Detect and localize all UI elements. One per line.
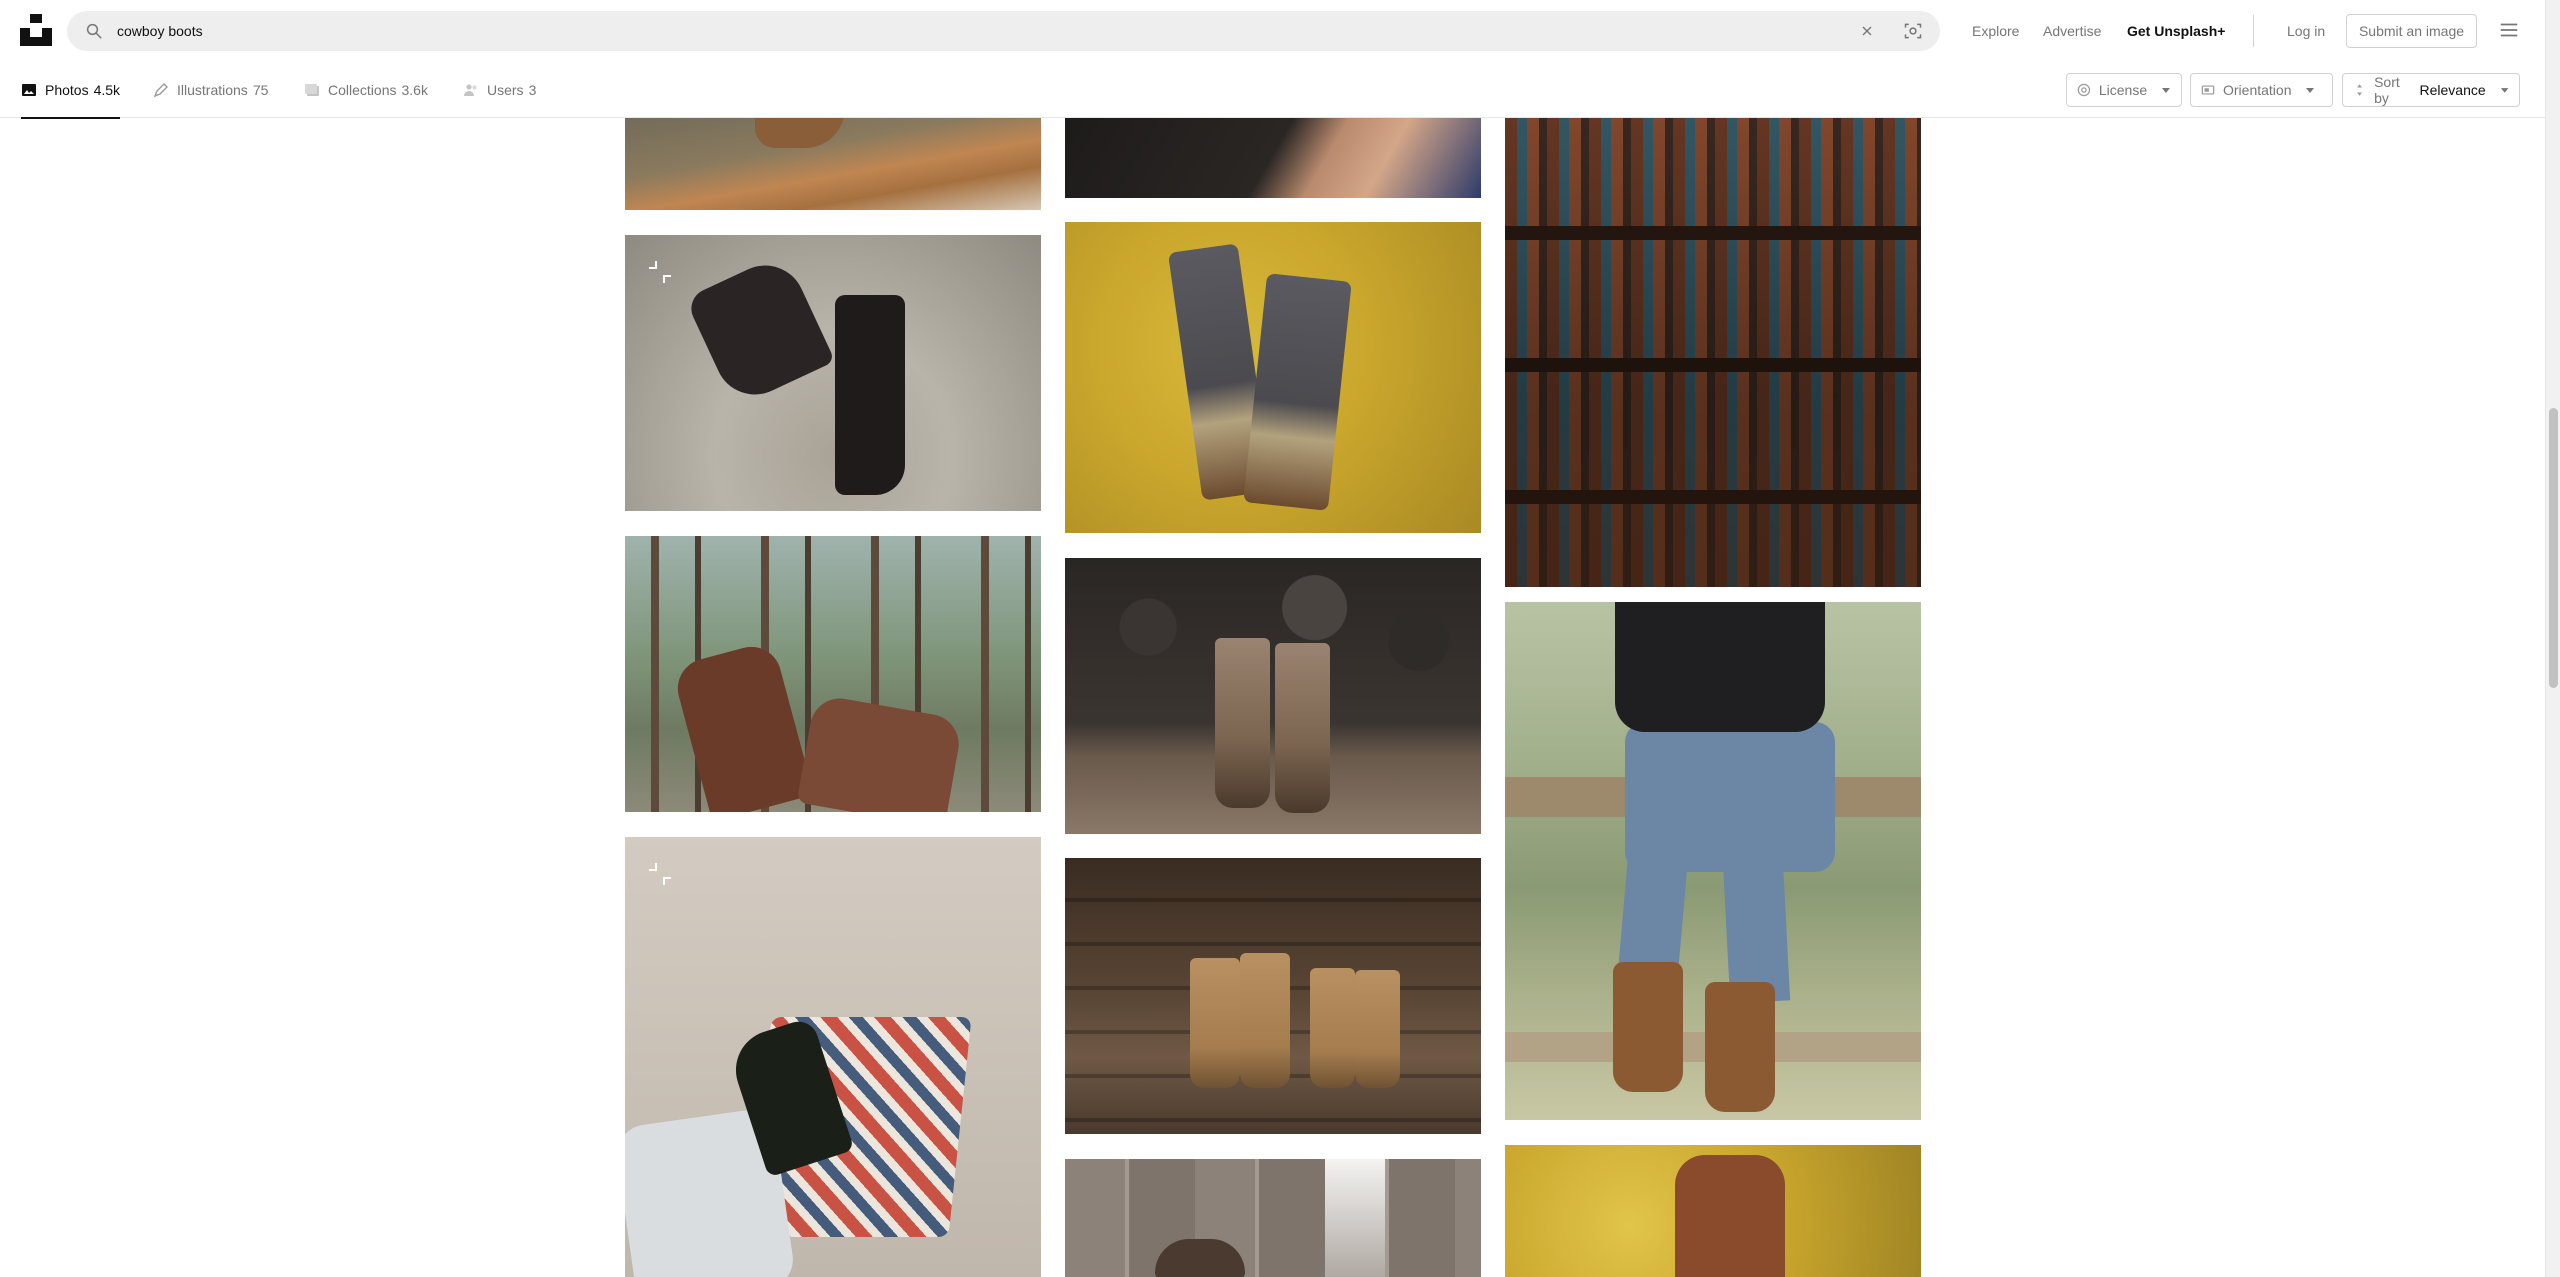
- photo-woman-on-fence[interactable]: [1505, 602, 1921, 1120]
- sort-icon: [2357, 84, 2362, 96]
- chevron-down-icon: [2500, 88, 2509, 93]
- boot-shape: [796, 693, 964, 812]
- page-scrollbar[interactable]: [2545, 0, 2560, 1277]
- boot-shape: [1240, 953, 1290, 1088]
- photo-leg-in-car[interactable]: [1065, 118, 1481, 198]
- photo-boot-shelves[interactable]: [1505, 118, 1921, 587]
- nav-get-plus-label[interactable]: Get Unsplash+: [2127, 23, 2225, 39]
- unsplash-plus-icon: [649, 261, 671, 283]
- boot-shape: [1613, 962, 1683, 1092]
- photo-boot-on-chair[interactable]: [625, 837, 1041, 1277]
- hamburger-menu-icon[interactable]: [2498, 19, 2520, 41]
- filter-bar: Photos 4.5k Illustrations 75 Collections…: [0, 62, 2560, 119]
- nav-explore-label[interactable]: Explore: [1972, 23, 2019, 39]
- photo-boot-on-rock[interactable]: [625, 118, 1041, 210]
- unsplash-plus-icon: [649, 863, 671, 885]
- tab-illustrations-count: 75: [252, 82, 269, 98]
- photo-boots-by-logs[interactable]: [1065, 558, 1481, 834]
- pen-icon: [153, 83, 168, 98]
- hat-shape: [1155, 1239, 1245, 1277]
- nav-divider: [2253, 15, 2254, 47]
- search-input[interactable]: [111, 11, 1811, 51]
- photo-grid: [0, 118, 2560, 1277]
- scrollbar-thumb[interactable]: [2549, 408, 2558, 688]
- tab-users-count: 3: [528, 82, 537, 98]
- unsplash-logo[interactable]: [20, 14, 52, 46]
- orientation-filter[interactable]: Orientation: [2190, 73, 2333, 107]
- license-filter-label: License: [2098, 82, 2148, 98]
- sort-filter-prefix: Sort by: [2374, 74, 2400, 106]
- photo-fringe-boots[interactable]: [625, 235, 1041, 511]
- chevron-down-icon: [2306, 88, 2315, 93]
- photo-boots-in-barn[interactable]: [1065, 858, 1481, 1134]
- search-icon[interactable]: [85, 22, 103, 40]
- photo-boots-on-leaves[interactable]: [1505, 1145, 1921, 1277]
- nav-advertise[interactable]: Advertise: [2043, 0, 2101, 62]
- tab-users-label: Users: [487, 82, 524, 98]
- tab-photos[interactable]: Photos 4.5k: [21, 62, 121, 119]
- light-streak: [1325, 1159, 1385, 1277]
- tab-illustrations[interactable]: Illustrations 75: [153, 62, 268, 118]
- tab-photos-label: Photos: [45, 82, 89, 98]
- orientation-icon: [2201, 85, 2215, 95]
- tab-users[interactable]: Users 3: [463, 62, 536, 118]
- chevron-down-icon: [2162, 88, 2171, 93]
- sort-filter[interactable]: Sort by Relevance: [2342, 73, 2520, 107]
- license-filter[interactable]: License: [2066, 73, 2182, 107]
- nav-get-unsplash-plus[interactable]: Get Unsplash+: [2127, 0, 2225, 62]
- close-icon[interactable]: [1859, 23, 1875, 39]
- tab-collections[interactable]: Collections 3.6k: [304, 62, 428, 118]
- boot-shape: [1310, 968, 1355, 1088]
- top-bar: Explore Advertise Get Unsplash+ Log in S…: [0, 0, 2560, 62]
- photo-hat-on-wall[interactable]: [1065, 1159, 1481, 1277]
- boot-shape: [1675, 1155, 1785, 1277]
- photo-boots-in-forest[interactable]: [625, 536, 1041, 812]
- photo-icon: [22, 84, 36, 96]
- jeans-shape: [1625, 722, 1835, 872]
- boot-shape: [684, 252, 836, 408]
- boot-shape: [671, 640, 814, 812]
- photo-snakeskin-boots[interactable]: [1065, 222, 1481, 533]
- tab-illustrations-label: Illustrations: [177, 82, 248, 98]
- boot-shape: [835, 295, 905, 495]
- boot-shape: [1215, 638, 1270, 808]
- tab-collections-label: Collections: [328, 82, 397, 98]
- nav-explore[interactable]: Explore: [1972, 0, 2019, 62]
- nav-login[interactable]: Log in: [2287, 0, 2325, 62]
- tab-photos-count: 4.5k: [93, 82, 121, 98]
- collection-icon: [305, 84, 319, 96]
- boot-shape: [1243, 273, 1352, 511]
- orientation-filter-label: Orientation: [2223, 82, 2292, 98]
- nav-advertise-label[interactable]: Advertise: [2043, 23, 2101, 39]
- shirt-shape: [1615, 602, 1825, 732]
- boot-shape: [1705, 982, 1775, 1112]
- license-icon: [2077, 83, 2091, 97]
- sort-filter-value: Relevance: [2419, 82, 2486, 98]
- boot-shape: [1275, 643, 1330, 813]
- boot-shape: [1355, 970, 1400, 1088]
- tab-collections-count: 3.6k: [401, 82, 428, 98]
- search-bar: [67, 11, 1940, 51]
- visual-search-icon[interactable]: [1903, 21, 1923, 41]
- users-icon: [464, 84, 477, 96]
- boot-shape: [1190, 958, 1240, 1088]
- submit-image-button[interactable]: Submit an image: [2346, 14, 2477, 48]
- nav-login-label[interactable]: Log in: [2287, 23, 2325, 39]
